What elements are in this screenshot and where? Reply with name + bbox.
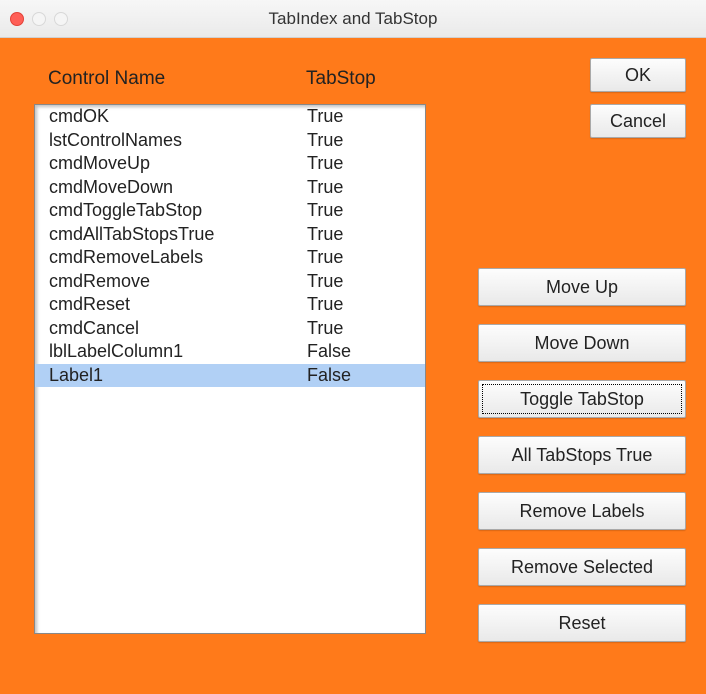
list-item-tabstop: True (307, 317, 417, 341)
list-item-tabstop: True (307, 105, 417, 129)
list-item[interactable]: cmdMoveDownTrue (35, 176, 425, 200)
list-item-name: cmdOK (49, 105, 307, 129)
dialog-content: Control Name TabStop cmdOKTruelstControl… (0, 38, 706, 694)
list-item-name: cmdRemove (49, 270, 307, 294)
list-item-name: cmdMoveUp (49, 152, 307, 176)
list-item[interactable]: cmdAllTabStopsTrueTrue (35, 223, 425, 247)
list-item-tabstop: True (307, 176, 417, 200)
list-item[interactable]: cmdOKTrue (35, 105, 425, 129)
list-item[interactable]: cmdToggleTabStopTrue (35, 199, 425, 223)
move-up-button[interactable]: Move Up (478, 268, 686, 306)
list-item-name: lstControlNames (49, 129, 307, 153)
header-control-name: Control Name (48, 68, 306, 90)
cancel-button[interactable]: Cancel (590, 104, 686, 138)
all-tabstops-true-button[interactable]: All TabStops True (478, 436, 686, 474)
list-item[interactable]: cmdResetTrue (35, 293, 425, 317)
list-item-name: cmdReset (49, 293, 307, 317)
move-down-button[interactable]: Move Down (478, 324, 686, 362)
list-item-tabstop: True (307, 199, 417, 223)
header-tabstop: TabStop (306, 68, 418, 90)
left-column: Control Name TabStop cmdOKTruelstControl… (34, 56, 426, 664)
remove-selected-button[interactable]: Remove Selected (478, 548, 686, 586)
list-headers: Control Name TabStop (34, 56, 426, 104)
list-item-tabstop: True (307, 293, 417, 317)
list-item-tabstop: True (307, 246, 417, 270)
list-item-tabstop: True (307, 129, 417, 153)
list-item-name: cmdMoveDown (49, 176, 307, 200)
zoom-window-icon[interactable] (54, 12, 68, 26)
list-item-name: cmdToggleTabStop (49, 199, 307, 223)
window-title: TabIndex and TabStop (0, 9, 706, 29)
list-item-name: cmdCancel (49, 317, 307, 341)
list-item[interactable]: Label1False (35, 364, 425, 388)
ok-button[interactable]: OK (590, 58, 686, 92)
reset-button[interactable]: Reset (478, 604, 686, 642)
list-item[interactable]: cmdMoveUpTrue (35, 152, 425, 176)
list-item-tabstop: False (307, 340, 417, 364)
toggle-tabstop-button[interactable]: Toggle TabStop (478, 380, 686, 418)
list-item-tabstop: True (307, 152, 417, 176)
window-controls (10, 12, 68, 26)
list-item-tabstop: True (307, 270, 417, 294)
minimize-window-icon[interactable] (32, 12, 46, 26)
list-item-name: cmdAllTabStopsTrue (49, 223, 307, 247)
close-window-icon[interactable] (10, 12, 24, 26)
list-item-name: cmdRemoveLabels (49, 246, 307, 270)
list-item-name: lblLabelColumn1 (49, 340, 307, 364)
right-column: OK Cancel Move Up Move Down Toggle TabSt… (450, 56, 686, 664)
list-item-name: Label1 (49, 364, 307, 388)
remove-labels-button[interactable]: Remove Labels (478, 492, 686, 530)
control-listbox[interactable]: cmdOKTruelstControlNamesTruecmdMoveUpTru… (34, 104, 426, 634)
list-item[interactable]: cmdCancelTrue (35, 317, 425, 341)
list-item[interactable]: lstControlNamesTrue (35, 129, 425, 153)
list-item[interactable]: lblLabelColumn1False (35, 340, 425, 364)
list-item-tabstop: True (307, 223, 417, 247)
dialog-window: TabIndex and TabStop Control Name TabSto… (0, 0, 706, 694)
titlebar: TabIndex and TabStop (0, 0, 706, 38)
list-item-tabstop: False (307, 364, 417, 388)
list-item[interactable]: cmdRemoveTrue (35, 270, 425, 294)
list-item[interactable]: cmdRemoveLabelsTrue (35, 246, 425, 270)
